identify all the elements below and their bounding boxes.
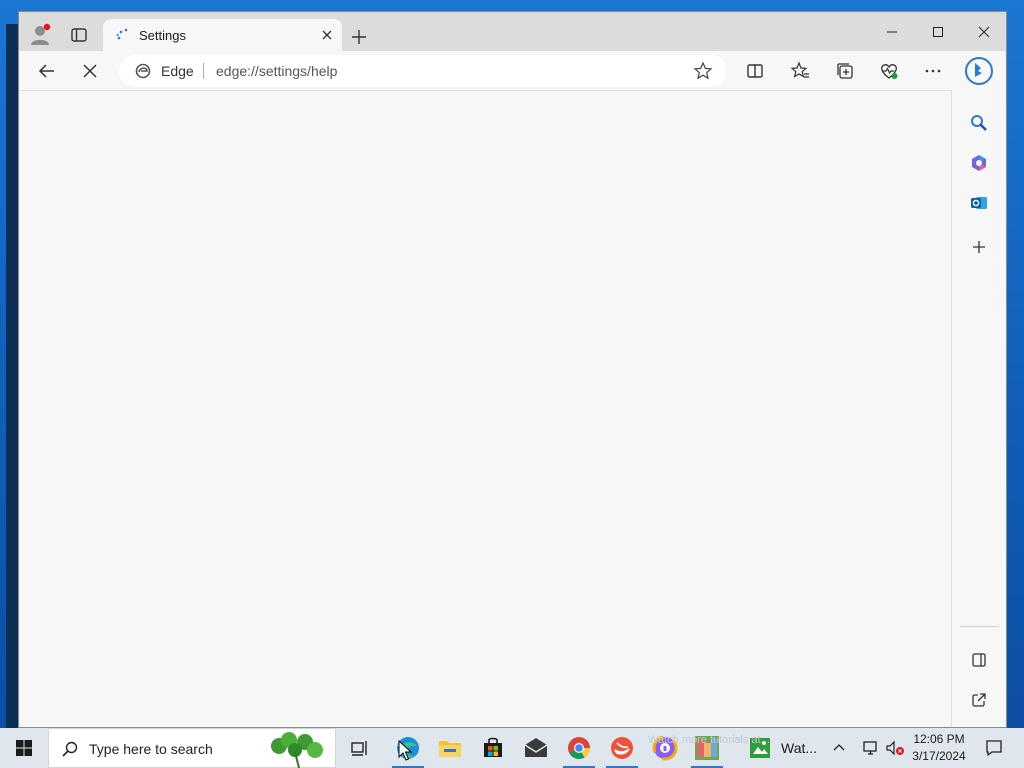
taskbar-mail[interactable] xyxy=(516,728,556,768)
chevron-up-icon xyxy=(833,744,845,751)
search-icon xyxy=(971,115,987,131)
address-separator xyxy=(203,63,204,79)
split-screen-icon xyxy=(747,64,763,78)
close-icon xyxy=(978,26,990,37)
chrome-icon xyxy=(568,737,590,759)
browser-essentials-icon xyxy=(881,64,898,79)
task-view-button[interactable] xyxy=(340,728,380,768)
open-in-window-button[interactable] xyxy=(963,684,995,716)
back-arrow-icon xyxy=(38,64,54,78)
profile-button[interactable] xyxy=(23,17,59,53)
taskbar-file-explorer[interactable] xyxy=(430,728,470,768)
edge-sidebar xyxy=(952,51,1006,727)
sidebar-settings-button[interactable] xyxy=(963,719,995,727)
new-tab-button[interactable] xyxy=(346,24,372,50)
tab-actions-icon xyxy=(71,28,87,42)
url-text[interactable]: edge://settings/help xyxy=(216,63,337,79)
close-icon xyxy=(322,30,332,40)
volume-button[interactable] xyxy=(883,728,907,768)
plus-icon xyxy=(352,30,366,44)
clock-date: 3/17/2024 xyxy=(912,749,966,763)
stop-loading-button[interactable] xyxy=(74,55,106,87)
loading-spinner-icon xyxy=(116,28,128,40)
favorite-button[interactable] xyxy=(693,61,713,81)
network-icon xyxy=(863,741,877,755)
file-explorer-icon xyxy=(439,741,461,757)
bing-copilot-icon xyxy=(965,57,993,85)
system-clock[interactable]: 12:06 PM 3/17/2024 xyxy=(908,731,970,765)
sidebar-toggle-icon xyxy=(972,653,986,667)
tab-title: Settings xyxy=(139,28,186,43)
taskbar-swift[interactable] xyxy=(602,728,642,768)
network-button[interactable] xyxy=(859,728,883,768)
back-button[interactable] xyxy=(31,55,63,87)
tab-close-button[interactable] xyxy=(319,27,335,43)
sidebar-copilot-button[interactable] xyxy=(963,147,995,179)
sidebar-outlook-button[interactable] xyxy=(963,187,995,219)
minimize-icon xyxy=(887,31,897,32)
taskbar-chrome[interactable] xyxy=(559,728,599,768)
mouse-cursor-icon xyxy=(398,740,412,761)
sidebar-add-button[interactable] xyxy=(963,231,995,263)
search-placeholder: Type here to search xyxy=(89,741,213,757)
tab-strip: Settings xyxy=(19,12,1006,53)
open-external-icon xyxy=(972,693,986,707)
sidebar-divider xyxy=(960,626,999,627)
stop-loading-icon xyxy=(83,64,97,78)
profile-icon xyxy=(31,23,51,45)
more-button[interactable] xyxy=(917,55,949,87)
favorites-button[interactable] xyxy=(784,55,816,87)
collections-icon xyxy=(837,63,853,79)
minimize-button[interactable] xyxy=(869,12,915,51)
windows-start-icon xyxy=(16,740,32,756)
store-icon xyxy=(484,737,502,757)
background-window-edge xyxy=(6,24,18,728)
address-bar[interactable]: Edge edge://settings/help xyxy=(119,55,727,87)
mail-icon xyxy=(524,738,548,757)
taskbar-store[interactable] xyxy=(473,728,513,768)
split-screen-button[interactable] xyxy=(739,55,771,87)
tab-settings[interactable]: Settings xyxy=(103,19,342,52)
search-icon xyxy=(62,741,78,757)
outlook-icon xyxy=(971,197,987,209)
start-button[interactable] xyxy=(4,728,44,768)
address-brand-label: Edge xyxy=(161,63,194,79)
swift-icon xyxy=(611,737,633,759)
notification-center-button[interactable] xyxy=(974,728,1014,768)
more-icon xyxy=(925,69,941,73)
browser-essentials-button[interactable] xyxy=(873,55,905,87)
sidebar-search-button[interactable] xyxy=(963,107,995,139)
task-view-icon xyxy=(351,741,367,756)
hide-sidebar-button[interactable] xyxy=(963,644,995,676)
maximize-button[interactable] xyxy=(915,12,961,51)
close-window-button[interactable] xyxy=(961,12,1006,51)
copilot-icon xyxy=(972,155,986,171)
favorites-icon xyxy=(790,61,809,78)
page-content-area xyxy=(19,91,952,727)
watermark-text: Watch more tutorials at ... xyxy=(648,734,773,746)
tab-actions-button[interactable] xyxy=(61,17,97,53)
watch-app-label[interactable]: Wat... xyxy=(781,740,817,756)
notification-icon xyxy=(986,740,1002,757)
taskbar: Type here to search Wat... Watch more tu… xyxy=(0,728,1024,768)
clover-icon xyxy=(271,732,323,768)
edge-browser-window: Settings Edge edge://settings/help xyxy=(18,11,1007,728)
collections-button[interactable] xyxy=(829,55,861,87)
show-hidden-icons-button[interactable] xyxy=(827,728,851,768)
favorite-star-icon xyxy=(693,61,713,80)
taskbar-search-box[interactable]: Type here to search xyxy=(48,728,336,768)
clock-time: 12:06 PM xyxy=(913,732,965,746)
plus-icon xyxy=(973,241,985,253)
maximize-icon xyxy=(933,26,943,37)
navigation-toolbar: Edge edge://settings/help xyxy=(19,51,1006,91)
bing-copilot-button[interactable] xyxy=(963,55,995,87)
volume-muted-icon xyxy=(886,740,904,756)
edge-logo-icon xyxy=(135,63,151,79)
